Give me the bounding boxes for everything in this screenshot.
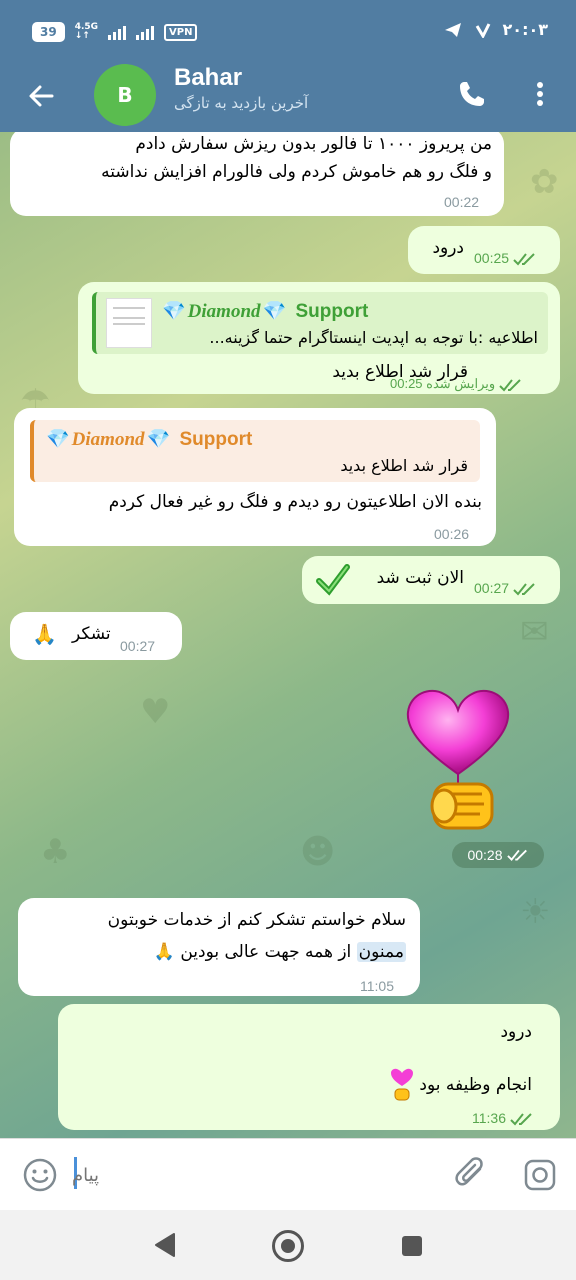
avatar[interactable]: B xyxy=(94,64,156,126)
message-incoming[interactable]: 🙏 تشکر 00:27 xyxy=(10,612,182,660)
message-text: سلام خواستم تشکر کنم از خدمات خوبتون xyxy=(107,910,406,930)
read-ticks-icon xyxy=(499,378,521,392)
message-text: من پریروز ۱۰۰۰ تا فالور بدون ریزش سفارش … xyxy=(135,134,492,154)
telegram-notification-icon xyxy=(444,22,461,37)
chat-messages[interactable]: ✿ ☂ ✉ ♣ ☻ ✎ ☀ ♥ من پریروز ۱۰۰۰ تا فالور … xyxy=(0,132,576,1138)
signal-icon-2 xyxy=(136,24,155,40)
chat-title[interactable]: Bahar xyxy=(174,64,242,92)
doodle-icon: ♥ xyxy=(140,692,171,732)
message-text: درود xyxy=(432,238,464,258)
last-seen-status: آخرین بازدید به تازگی xyxy=(174,94,309,112)
network-type: 4.5G ↓↑ xyxy=(74,22,99,41)
pray-icon: 🙏 xyxy=(153,942,175,962)
message-outgoing[interactable]: 💎 Diamond 💎 Support اطلاعیه :با توجه به اپ… xyxy=(78,282,560,394)
more-menu-icon[interactable] xyxy=(524,74,556,114)
message-time: 00:27 xyxy=(474,574,537,602)
signal-icon xyxy=(108,24,127,40)
message-text: و فلگ رو هم خاموش کردم ولی فالورام افزای… xyxy=(101,162,492,182)
read-ticks-icon xyxy=(513,583,535,596)
pray-icon: 🙏 xyxy=(32,622,57,646)
highlighted-word[interactable]: ممنون xyxy=(356,942,406,962)
message-incoming[interactable]: سلام خواستم تشکر کنم از خدمات خوبتون ممن… xyxy=(18,898,420,996)
doodle-icon: ♣ xyxy=(40,832,71,872)
clock: ۲۰:۰۳ xyxy=(502,20,548,39)
read-ticks-icon xyxy=(510,1113,532,1126)
read-ticks-icon xyxy=(513,253,535,266)
message-text-line: انجام وظیفه بود xyxy=(390,1068,532,1102)
diamond-icon: 💎 xyxy=(262,301,287,322)
message-text-line: ممنون از همه جهت عالی بودین 🙏 xyxy=(153,942,406,962)
doodle-icon: ✿ xyxy=(530,162,559,202)
message-outgoing[interactable]: الان ثبت شد 00:27 xyxy=(302,556,560,604)
reply-sender: 💎 Diamond 💎 Support xyxy=(46,426,252,454)
nav-recents-icon[interactable] xyxy=(402,1236,422,1256)
message-incoming[interactable]: 💎 Diamond 💎 Support قرار شد اطلاع بدید بند… xyxy=(14,408,496,546)
message-time: 00:25 ویرایش شده xyxy=(390,370,523,398)
reply-preview[interactable]: 💎 Diamond 💎 Support اطلاعیه :با توجه به اپ… xyxy=(92,292,548,354)
nav-back-icon[interactable] xyxy=(152,1232,176,1258)
reply-preview[interactable]: 💎 Diamond 💎 Support قرار شد اطلاع بدید xyxy=(30,420,480,482)
reply-sender: 💎 Diamond 💎 Support xyxy=(162,298,368,326)
message-text: بنده الان اطلاعیتون رو دیدم و فلگ رو غیر… xyxy=(108,492,482,512)
message-outgoing[interactable]: درود 00:25 xyxy=(408,226,560,274)
reply-text: اطلاعیه :با توجه به اپدیت اینستاگرام حتم… xyxy=(209,328,538,347)
message-text: درود xyxy=(500,1022,532,1042)
status-bar: 39 4.5G ↓↑ VPN ۲۰:۰۳ xyxy=(0,0,576,60)
nav-home-icon[interactable] xyxy=(272,1230,304,1262)
diamond-icon: 💎 xyxy=(146,429,171,450)
message-input[interactable] xyxy=(72,1157,432,1193)
heart-balloon-icon xyxy=(390,1068,413,1101)
battery-indicator: 39 xyxy=(32,22,65,42)
reply-text: قرار شد اطلاع بدید xyxy=(340,456,468,475)
message-incoming[interactable]: من پریروز ۱۰۰۰ تا فالور بدون ریزش سفارش … xyxy=(10,132,504,216)
heart-balloon-sticker xyxy=(406,689,510,830)
system-navigation-bar xyxy=(0,1210,576,1280)
paperclip-icon[interactable] xyxy=(452,1155,490,1195)
chat-header: B Bahar آخرین بازدید به تازگی xyxy=(0,60,576,132)
vpn-badge: VPN xyxy=(164,23,198,41)
read-ticks-icon xyxy=(506,849,527,861)
camera-icon[interactable] xyxy=(522,1157,558,1193)
diamond-icon: 💎 xyxy=(46,429,70,450)
message-time: 00:26 xyxy=(434,526,470,542)
back-arrow-icon[interactable] xyxy=(22,76,62,116)
doodle-icon: ✉ xyxy=(520,612,549,652)
diamond-icon: 💎 xyxy=(162,301,186,322)
message-time: 11:36 xyxy=(472,1104,534,1132)
doodle-icon: ☻ xyxy=(300,832,336,872)
message-time: 00:22 xyxy=(444,194,480,210)
message-time: 00:25 xyxy=(474,244,537,272)
edited-label: ویرایش شده xyxy=(426,376,496,391)
emoji-icon[interactable] xyxy=(22,1157,58,1193)
phone-icon[interactable] xyxy=(452,74,492,114)
message-text: الان ثبت شد xyxy=(376,568,464,588)
message-outgoing[interactable]: درود انجام وظیفه بود 11:36 xyxy=(58,1004,560,1130)
message-time: 11:05 xyxy=(360,978,394,994)
message-time: 00:27 xyxy=(120,638,156,654)
reply-thumbnail xyxy=(106,298,152,348)
check-notification-icon xyxy=(475,22,490,38)
message-composer xyxy=(0,1138,576,1210)
doodle-icon: ☀ xyxy=(520,892,551,932)
sticker-time-badge: 00:28 xyxy=(452,842,544,868)
message-text: تشکر xyxy=(72,624,111,644)
sticker-message[interactable] xyxy=(404,684,512,834)
check-mark-icon xyxy=(316,564,350,596)
